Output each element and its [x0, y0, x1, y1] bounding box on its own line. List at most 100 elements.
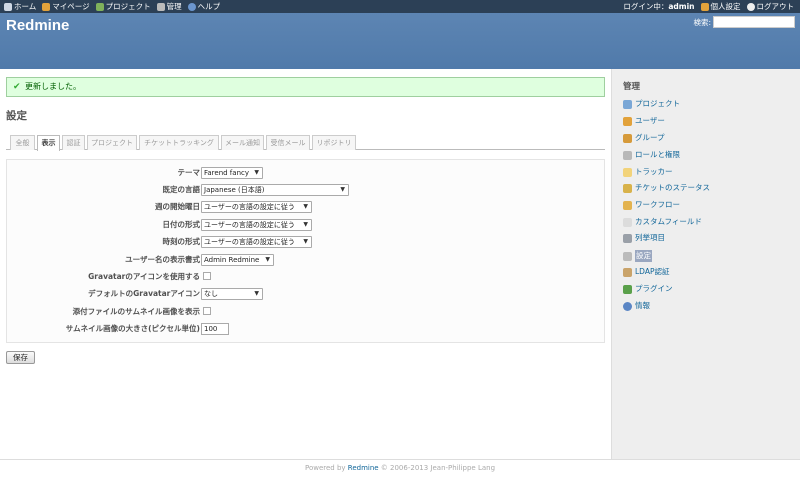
setting-row-thumbnails-size: サムネイル画像の大きさ(ピクセル単位) 100 — [7, 322, 606, 336]
setting-label: 日付の形式 — [162, 220, 201, 229]
top-menu: ホーム マイページ プロジェクト 管理 ヘルプ ログイン中：admin 個人設定… — [0, 0, 800, 13]
logged-in-user[interactable]: admin — [668, 2, 694, 11]
setting-label: テーマ — [177, 168, 201, 177]
content: ✔ 更新しました。 設定 全般 表示 認証 プロジェクト チケットトラッキング … — [0, 69, 612, 459]
menu-help[interactable]: ヘルプ — [187, 0, 220, 13]
setting-row-gravatar-enabled: Gravatarのアイコンを使用する — [7, 270, 606, 284]
chevron-down-icon: ▼ — [254, 169, 259, 176]
date-format-select[interactable]: ユーザーの言語の設定に従う ▼ — [201, 219, 312, 231]
save-button[interactable]: 保存 — [6, 351, 35, 364]
chevron-down-icon: ▼ — [303, 203, 308, 210]
user-icon — [623, 116, 632, 126]
sidebar-item-ldap[interactable]: LDAP認証 — [623, 266, 669, 278]
sidebar-item-custom-fields[interactable]: カスタムフィールド — [623, 216, 702, 228]
sidebar-item-workflows[interactable]: ワークフロー — [623, 199, 680, 211]
sidebar-item-settings[interactable]: 設定 — [623, 250, 652, 262]
group-icon — [623, 133, 632, 143]
chevron-down-icon: ▼ — [265, 256, 270, 263]
time-format-select[interactable]: ユーザーの言語の設定に従う ▼ — [201, 236, 312, 248]
gravatar-enabled-checkbox[interactable] — [203, 272, 211, 280]
tab-notifications[interactable]: メール通知 — [221, 135, 264, 150]
setting-label: 添付ファイルのサムネイル画像を表示 — [72, 307, 200, 316]
search-label: 検索: — [693, 18, 711, 27]
checkmark-icon: ✔ — [13, 82, 21, 92]
user-icon — [42, 2, 51, 11]
setting-label: 時刻の形式 — [162, 237, 201, 246]
top-menu-right: ログイン中：admin 個人設定 ログアウト — [623, 0, 794, 13]
chevron-down-icon: ▼ — [340, 186, 345, 193]
sidebar-item-users[interactable]: ユーザー — [623, 115, 665, 127]
lock-icon — [623, 150, 632, 160]
sidebar-title: 管理 — [623, 82, 641, 92]
gravatar-default-select[interactable]: なし ▼ — [201, 288, 263, 300]
workflow-icon — [623, 200, 632, 210]
setting-row-thumbnails-enabled: 添付ファイルのサムネイル画像を表示 — [7, 305, 606, 319]
home-icon — [4, 2, 12, 11]
setting-row-start-of-week: 週の開始曜日 ユーザーの言語の設定に従う ▼ — [7, 200, 606, 214]
menu-logout[interactable]: ログアウト — [746, 0, 794, 13]
menu-home[interactable]: ホーム — [4, 0, 36, 13]
tab-incoming-mail[interactable]: 受信メール — [266, 135, 310, 150]
start-of-week-select[interactable]: ユーザーの言語の設定に従う ▼ — [201, 201, 312, 213]
tab-repositories[interactable]: リポジトリ — [312, 135, 356, 150]
page-title: 設定 — [6, 110, 27, 122]
footer-redmine-link[interactable]: Redmine — [348, 464, 379, 472]
main: ✔ 更新しました。 設定 全般 表示 認証 プロジェクト チケットトラッキング … — [0, 69, 800, 459]
flash-message: 更新しました。 — [25, 82, 81, 91]
sidebar-item-roles[interactable]: ロールと権限 — [623, 149, 680, 161]
sidebar-item-enumerations[interactable]: 列挙項目 — [623, 232, 665, 244]
settings-box: テーマ Farend fancy ▼ 既定の言語 Japanese (日本語) ▼ … — [6, 159, 605, 343]
default-language-select[interactable]: Japanese (日本語) ▼ — [201, 184, 349, 196]
tab-general[interactable]: 全般 — [10, 135, 35, 150]
menu-my-page[interactable]: マイページ — [42, 0, 90, 13]
user-format-select[interactable]: Admin Redmine ▼ — [201, 254, 274, 266]
sidebar-item-projects[interactable]: プロジェクト — [623, 98, 680, 110]
menu-my-account[interactable]: 個人設定 — [700, 0, 741, 13]
setting-label: サムネイル画像の大きさ(ピクセル単位) — [65, 324, 200, 333]
setting-label: 既定の言語 — [162, 185, 201, 194]
setting-label: ユーザー名の表示書式 — [125, 255, 200, 264]
info-icon — [623, 301, 632, 311]
thumbnails-enabled-checkbox[interactable] — [203, 307, 211, 315]
list-icon — [623, 233, 632, 243]
chevron-down-icon: ▼ — [254, 290, 259, 297]
tracker-icon — [623, 167, 632, 177]
server-icon — [623, 267, 632, 277]
setting-row-theme: テーマ Farend fancy ▼ — [7, 166, 606, 180]
projects-icon — [623, 99, 632, 109]
tab-issue-tracking[interactable]: チケットトラッキング — [139, 135, 219, 150]
menu-projects[interactable]: プロジェクト — [95, 0, 151, 13]
chevron-down-icon: ▼ — [303, 221, 308, 228]
tab-projects[interactable]: プロジェクト — [87, 135, 137, 150]
setting-label: Gravatarのアイコンを使用する — [88, 272, 200, 281]
sidebar-item-groups[interactable]: グループ — [623, 132, 665, 144]
sidebar-item-trackers[interactable]: トラッカー — [623, 166, 673, 178]
user-icon — [700, 2, 709, 11]
sidebar-item-issue-statuses[interactable]: チケットのステータス — [623, 182, 710, 194]
sidebar: 管理 プロジェクト ユーザー グループ ロールと権限 トラッカー チケットのステ… — [613, 69, 800, 459]
setting-row-user-format: ユーザー名の表示書式 Admin Redmine ▼ — [7, 253, 606, 267]
sidebar-item-info[interactable]: 情報 — [623, 300, 650, 312]
setting-row-date-format: 日付の形式 ユーザーの言語の設定に従う ▼ — [7, 218, 606, 232]
theme-select[interactable]: Farend fancy ▼ — [201, 167, 263, 179]
header: Redmine 検索: — [0, 13, 800, 69]
search-input[interactable] — [713, 16, 795, 28]
thumbnails-size-input[interactable]: 100 — [201, 323, 229, 335]
menu-admin[interactable]: 管理 — [156, 0, 182, 13]
setting-row-time-format: 時刻の形式 ユーザーの言語の設定に従う ▼ — [7, 235, 606, 249]
plugin-icon — [623, 284, 632, 294]
status-icon — [623, 183, 632, 193]
custom-field-icon — [623, 217, 632, 227]
admin-icon — [156, 2, 165, 11]
setting-row-gravatar-default: デフォルトのGravatarアイコン なし ▼ — [7, 287, 606, 301]
flash-notice: ✔ 更新しました。 — [6, 77, 605, 97]
logout-icon — [746, 2, 755, 11]
app-title[interactable]: Redmine — [6, 17, 69, 34]
settings-tabs: 全般 表示 認証 プロジェクト チケットトラッキング メール通知 受信メール リ… — [6, 135, 605, 151]
sidebar-item-plugins[interactable]: プラグイン — [623, 283, 673, 295]
settings-icon — [623, 251, 632, 261]
tab-display[interactable]: 表示 — [37, 135, 60, 151]
setting-label: デフォルトのGravatarアイコン — [88, 289, 200, 298]
chevron-down-icon: ▼ — [303, 238, 308, 245]
tab-authentication[interactable]: 認証 — [62, 135, 85, 150]
